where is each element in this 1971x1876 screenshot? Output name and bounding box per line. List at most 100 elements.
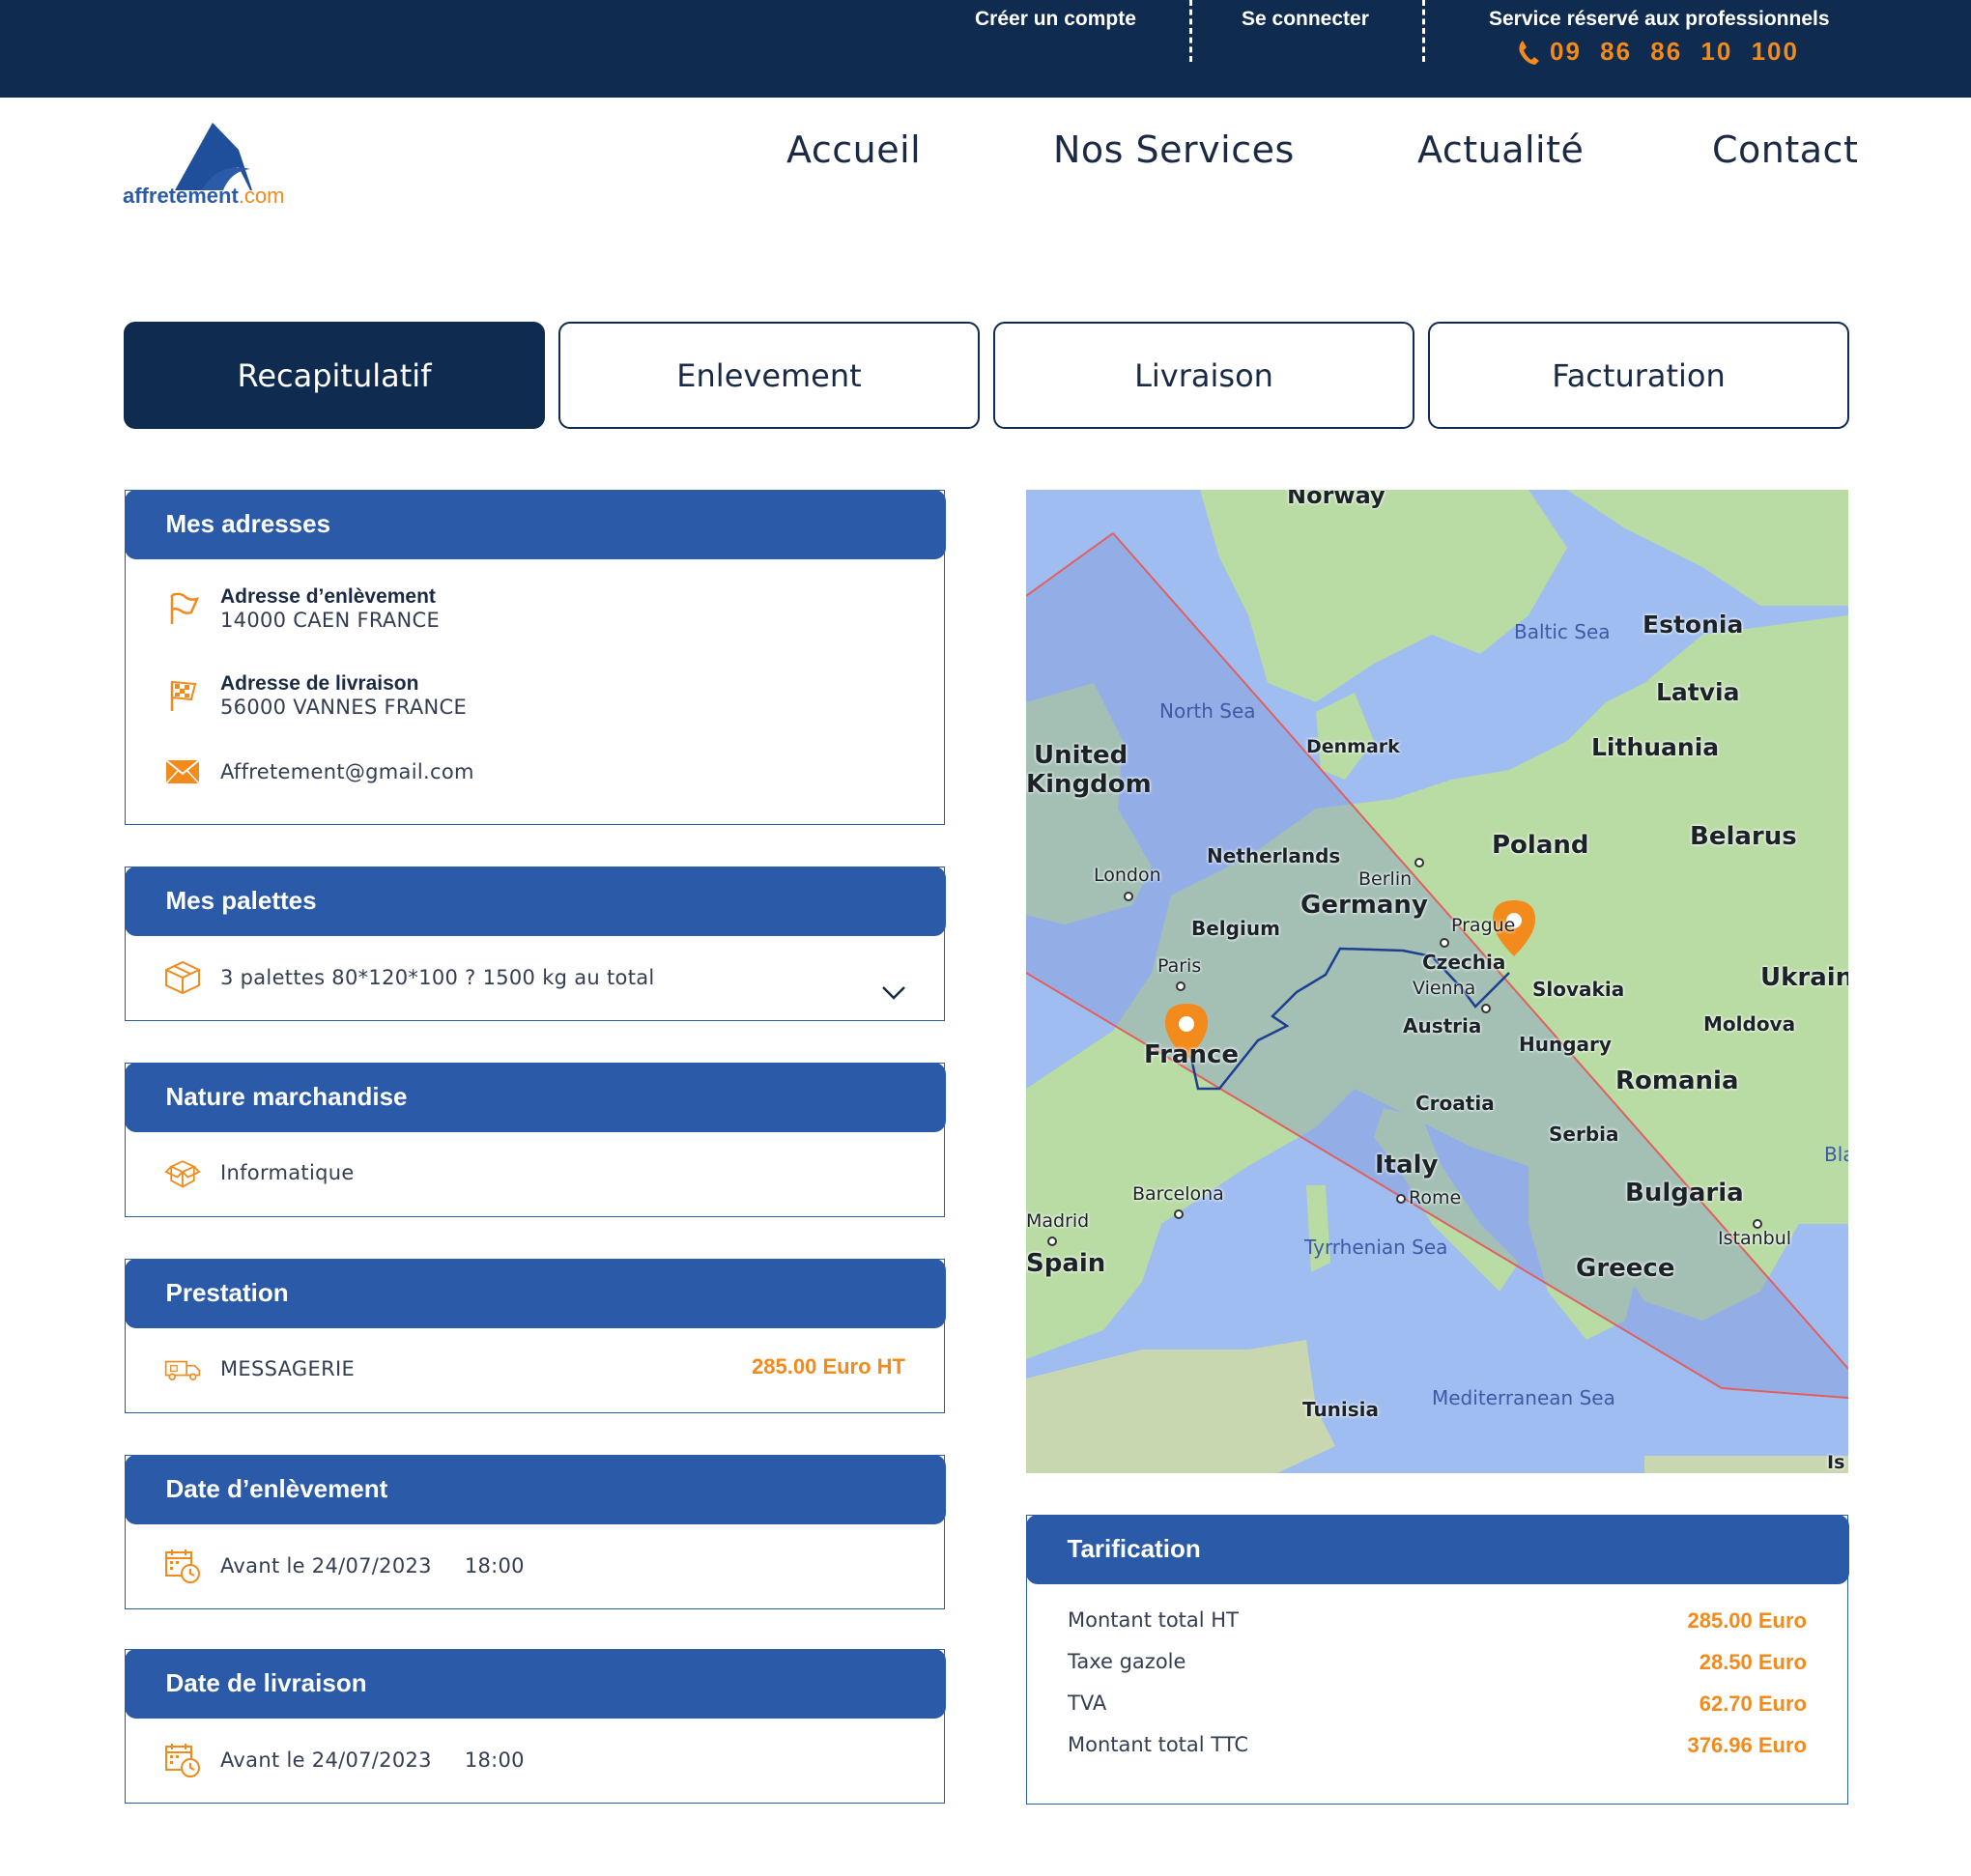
map-label: Denmark [1306,736,1400,757]
pallets-row: 3 palettes 80*120*100 ? 1500 kg au total [164,959,655,996]
map-label: Estonia [1642,611,1744,639]
map-label: Barcelona [1132,1183,1224,1205]
map-label: Lithuania [1591,733,1720,761]
open-box-icon [164,1154,201,1191]
map-label: Is [1827,1452,1845,1473]
map-label: Croatia [1415,1092,1495,1115]
pickup-date-card: Date d’enlèvement Avant le 24/07/2023 18… [124,1454,946,1609]
map-label: Bulgaria [1625,1179,1744,1208]
price-amount: 62.70 Euro [1699,1691,1807,1716]
map-label: Greece [1576,1254,1675,1283]
login-link[interactable]: Se connecter [1242,8,1369,31]
nav-services[interactable]: Nos Services [1053,128,1295,171]
pickup-date-value: Avant le 24/07/2023 [220,1554,432,1578]
delivery-address-row: Adresse de livraison 56000 VANNES FRANCE [164,672,467,719]
map-label: United [1034,741,1128,770]
route-map[interactable]: Norway Baltic Sea Estonia Latvia North S… [1026,490,1848,1473]
nav-actualite[interactable]: Actualité [1417,128,1584,171]
email-row: Affretement@gmail.com [164,753,474,790]
price-label: Montant total TTC [1068,1733,1249,1756]
goods-title: Nature marchandise [124,1062,946,1132]
delivery-date-title: Date de livraison [124,1648,946,1719]
pickup-date-title: Date d’enlèvement [124,1454,946,1524]
map-label: Poland [1492,831,1589,860]
map-label: London [1094,865,1161,886]
pricing-card: Tarification Montant total HT 285.00 Eur… [1025,1514,1849,1805]
create-account-link[interactable]: Créer un compte [975,8,1136,31]
pickup-label: Adresse d’enlèvement [220,585,436,608]
delivery-label: Adresse de livraison [220,672,419,695]
nav-accueil[interactable]: Accueil [786,128,921,171]
phone-text: 09 86 86 10 100 [1550,37,1799,66]
brand-suffix: .com [238,184,285,208]
pickup-date-row: Avant le 24/07/2023 18:00 [164,1548,525,1584]
map-label: Austria [1403,1014,1482,1037]
map-label: Madrid [1026,1210,1090,1232]
pallets-card: Mes palettes 3 palettes 80*120*100 ? 150… [124,866,946,1021]
price-line: Taxe gazole 28.50 Euro [1068,1650,1807,1675]
calendar-clock-icon [164,1548,201,1584]
brand-name[interactable]: affretement.com [123,184,285,209]
map-label: France [1144,1040,1240,1069]
service-card: Prestation MESSAGERIE 285.00 Euro HT [124,1258,946,1413]
box-icon [164,959,201,996]
map-label: Czechia [1422,951,1506,974]
map-label: Tunisia [1302,1398,1380,1421]
map-label: Hungary [1519,1033,1612,1056]
delivery-date-row: Avant le 24/07/2023 18:00 [164,1742,525,1778]
goods-card: Nature marchandise Informatique [124,1062,946,1217]
phone-number[interactable]: 09 86 86 10 100 [1517,37,1799,67]
delivery-date-value: Avant le 24/07/2023 [220,1748,432,1772]
nav-contact[interactable]: Contact [1712,128,1858,171]
map-label: Bla [1824,1143,1848,1166]
map-label: Belgium [1191,917,1280,940]
map-label: Moldova [1703,1012,1796,1036]
delivery-value: 56000 VANNES FRANCE [220,696,468,719]
map-label: Spain [1026,1249,1106,1278]
map-label: Belarus [1690,822,1797,851]
top-bar: Créer un compte Se connecter Service rés… [0,0,1971,98]
map-label: Paris [1157,955,1202,977]
pallets-value: 3 palettes 80*120*100 ? 1500 kg au total [220,966,655,989]
map-label: Ukraine [1760,963,1848,992]
map-label: Baltic Sea [1514,620,1611,643]
goods-row: Informatique [164,1154,355,1191]
map-label: Vienna [1413,978,1476,999]
delivery-date-card: Date de livraison Avant le 24/07/2023 18… [124,1648,946,1804]
map-label: Germany [1300,891,1428,920]
email-value[interactable]: Affretement@gmail.com [220,760,474,783]
chevron-down-icon[interactable] [881,985,906,1001]
price-label: Montant total HT [1068,1608,1239,1632]
map-label: Italy [1375,1151,1439,1180]
phone-icon [1519,40,1539,65]
pro-service-text: Service réservé aux professionnels [1489,8,1830,30]
map-label: Mediterranean Sea [1432,1386,1615,1409]
price-label: TVA [1068,1691,1107,1715]
tab-facturation[interactable]: Facturation [1428,322,1849,429]
price-amount: 285.00 Euro [1687,1608,1807,1633]
map-label: Norway [1287,490,1385,509]
service-value: MESSAGERIE [220,1357,356,1380]
pallets-title: Mes palettes [124,866,946,936]
delivery-time-value: 18:00 [464,1748,525,1772]
price-amount: 28.50 Euro [1699,1650,1807,1674]
pickup-address-row: Adresse d’enlèvement 14000 CAEN FRANCE [164,585,440,632]
map-label: Berlin [1358,868,1413,890]
brand-word: affretement [123,184,239,208]
service-row: MESSAGERIE [164,1350,355,1387]
map-label: Tyrrhenian Sea [1304,1236,1448,1259]
map-label: North Sea [1159,699,1256,723]
map-label: Slovakia [1532,978,1625,1001]
pricing-title: Tarification [1025,1514,1849,1584]
service-price: 285.00 Euro HT [752,1354,905,1379]
truck-icon [164,1350,201,1387]
tab-recapitulatif[interactable]: Recapitulatif [124,322,545,429]
map-label: Romania [1615,1066,1739,1095]
map-label: Serbia [1549,1123,1619,1146]
price-label: Taxe gazole [1068,1650,1186,1673]
tab-livraison[interactable]: Livraison [993,322,1414,429]
pickup-value: 14000 CAEN FRANCE [220,609,441,632]
tab-enlevement[interactable]: Enlevement [558,322,980,429]
price-amount: 376.96 Euro [1687,1733,1807,1757]
addresses-card: Mes adresses Adresse d’enlèvement 14000 … [124,489,946,825]
